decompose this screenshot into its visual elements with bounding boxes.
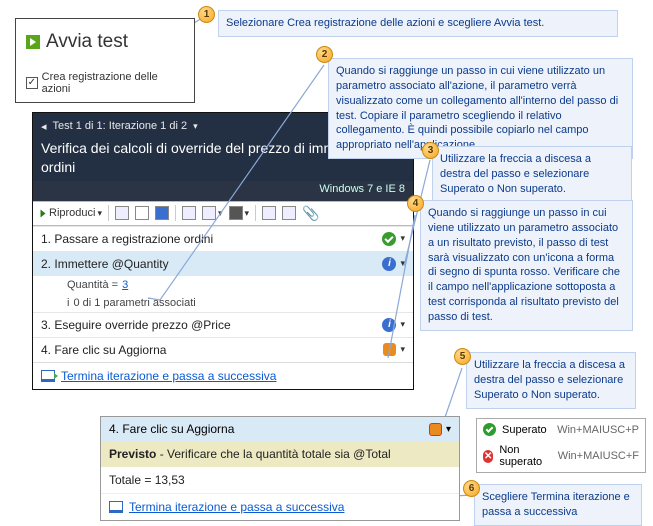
step-dropdown-icon[interactable]: ▾ bbox=[400, 258, 405, 269]
step-assoc: i 0 di 1 parametri associati bbox=[33, 294, 413, 312]
step-detail-zoom: 4. Fare clic su Aggiorna ▾ Previsto - Ve… bbox=[100, 416, 460, 521]
step-dropdown-icon[interactable]: ▾ bbox=[446, 424, 451, 435]
status-pass-item[interactable]: Superato Win+MAIUSC+P bbox=[477, 419, 645, 440]
step-dropdown-icon[interactable]: ▾ bbox=[400, 344, 405, 355]
badge-2: 2 bbox=[316, 46, 333, 63]
callout-2: Quando si raggiunge un passo in cui vien… bbox=[328, 58, 633, 159]
step-param: Quantità = 3 bbox=[33, 276, 413, 294]
toolbar-icon-reset[interactable] bbox=[115, 206, 129, 220]
zoom-step-label: 4. Fare clic su Aggiorna bbox=[109, 422, 234, 436]
toolbar-icon-grid[interactable] bbox=[182, 206, 196, 220]
info-icon: i bbox=[67, 297, 69, 309]
chevron-left-icon[interactable]: ◂ bbox=[41, 120, 47, 133]
badge-1: 1 bbox=[198, 6, 215, 23]
toolbar-icon-pause[interactable] bbox=[135, 206, 149, 220]
platform-label: Windows 7 e IE 8 bbox=[33, 181, 413, 201]
callout-5: Utilizzare la freccia a discesa a destra… bbox=[466, 352, 636, 409]
callout-3: Utilizzare la freccia a discesa a destra… bbox=[432, 146, 632, 203]
step-row[interactable]: 2. Immettere @Quantity i ▾ bbox=[33, 251, 413, 276]
play-button[interactable]: Riproduci ▾ bbox=[39, 207, 102, 219]
checkbox-icon: ✓ bbox=[26, 77, 38, 89]
badge-4: 4 bbox=[407, 195, 424, 212]
record-actions-label: Crea registrazione delle azioni bbox=[42, 71, 184, 95]
test-steps: 1. Passare a registrazione ordini ▾ 2. I… bbox=[33, 226, 413, 389]
pass-icon bbox=[382, 232, 396, 246]
next-iteration-icon bbox=[41, 370, 55, 382]
toolbar-icon-save[interactable] bbox=[155, 206, 169, 220]
record-actions-checkbox[interactable]: ✓ Crea registrazione delle azioni bbox=[26, 71, 184, 95]
toolbar-icon-note[interactable] bbox=[262, 206, 276, 220]
expected-total: Totale = 13,53 bbox=[101, 467, 459, 493]
badge-5: 5 bbox=[454, 348, 471, 365]
param-link[interactable]: 3 bbox=[122, 279, 128, 291]
play-button-label: Riproduci bbox=[49, 207, 95, 219]
step-dropdown-icon[interactable]: ▾ bbox=[400, 233, 405, 244]
step-row[interactable]: 1. Passare a registrazione ordini ▾ bbox=[33, 226, 413, 251]
fail-icon: ✕ bbox=[483, 450, 493, 463]
chevron-down-icon[interactable]: ▾ bbox=[193, 121, 198, 132]
callout-1: Selezionare Crea registrazione delle azi… bbox=[218, 10, 618, 37]
step-row[interactable]: 4. Fare clic su Aggiorna ▾ bbox=[33, 337, 413, 362]
next-iteration-icon bbox=[109, 501, 123, 513]
toolbar-icon-camera[interactable]: ▾ bbox=[229, 206, 250, 220]
callout-6: Scegliere Termina iterazione e passa a s… bbox=[474, 484, 642, 526]
start-test-button[interactable]: Avvia test bbox=[26, 31, 184, 53]
runner-toolbar: Riproduci ▾ ▾ ▾ 📎 bbox=[33, 201, 413, 226]
pass-icon bbox=[483, 423, 496, 436]
shortcut-label: Win+MAIUSC+F bbox=[558, 450, 639, 462]
shortcut-label: Win+MAIUSC+P bbox=[557, 424, 639, 436]
callout-4: Quando si raggiunge un passo in cui vien… bbox=[420, 200, 633, 331]
play-icon bbox=[26, 35, 40, 49]
toolbar-icon-bug[interactable] bbox=[282, 206, 296, 220]
end-iteration-link[interactable]: Termina iterazione e passa a successiva bbox=[101, 493, 459, 520]
step-row[interactable]: 3. Eseguire override prezzo @Price i ▾ bbox=[33, 312, 413, 337]
status-menu: Superato Win+MAIUSC+P ✕ Non superato Win… bbox=[476, 418, 646, 473]
start-test-panel: Avvia test ✓ Crea registrazione delle az… bbox=[15, 18, 195, 103]
step-dropdown-icon[interactable]: ▾ bbox=[400, 319, 405, 330]
badge-3: 3 bbox=[422, 142, 439, 159]
toolbar-icon-screenshot[interactable]: ▾ bbox=[202, 206, 223, 220]
status-fail-item[interactable]: ✕ Non superato Win+MAIUSC+F bbox=[477, 440, 645, 472]
info-icon: i bbox=[382, 257, 396, 271]
expected-result: Previsto - Verificare che la quantità to… bbox=[101, 441, 459, 467]
active-step-icon bbox=[383, 343, 396, 356]
active-step-icon bbox=[429, 423, 442, 436]
toolbar-icon-attach[interactable]: 📎 bbox=[302, 205, 319, 222]
start-test-label: Avvia test bbox=[46, 31, 128, 53]
info-icon: i bbox=[382, 318, 396, 332]
play-icon bbox=[41, 209, 46, 217]
end-iteration-link[interactable]: Termina iterazione e passa a successiva bbox=[33, 362, 413, 389]
breadcrumb: Test 1 di 1: Iterazione 1 di 2 bbox=[53, 120, 188, 132]
badge-6: 6 bbox=[463, 480, 480, 497]
